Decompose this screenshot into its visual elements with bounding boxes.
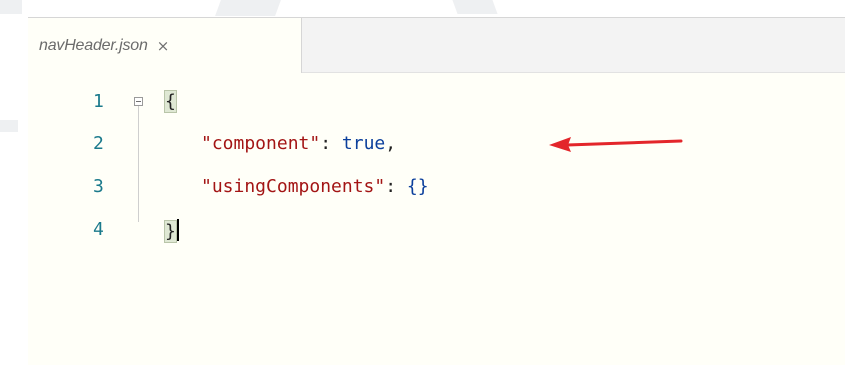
line-number: 3 bbox=[93, 176, 104, 197]
code-line[interactable]: 1 { bbox=[28, 88, 845, 118]
code-text: "component": true, bbox=[165, 133, 396, 154]
line-number: 4 bbox=[93, 219, 104, 240]
matched-close-brace: } bbox=[164, 220, 177, 243]
code-text: "usingComponents": {} bbox=[165, 176, 429, 197]
json-value: {} bbox=[406, 176, 429, 197]
json-comma: , bbox=[385, 133, 397, 154]
code-line[interactable]: 2 "component": true, bbox=[28, 130, 845, 160]
watermark-shape bbox=[0, 120, 18, 132]
code-line[interactable]: 4 } bbox=[28, 216, 845, 246]
code-text: { bbox=[164, 90, 177, 113]
json-colon: : bbox=[320, 133, 342, 154]
json-key: "component" bbox=[201, 133, 321, 154]
code-line[interactable]: 3 "usingComponents": {} bbox=[28, 173, 845, 203]
watermark-shape bbox=[215, 0, 281, 16]
matched-open-brace: { bbox=[164, 90, 177, 113]
line-number: 1 bbox=[93, 91, 104, 112]
fold-collapse-icon[interactable] bbox=[134, 97, 143, 106]
tab-navheader-json[interactable]: navHeader.json × bbox=[28, 18, 302, 73]
watermark-shape bbox=[0, 0, 22, 14]
tab-bar: navHeader.json × bbox=[28, 18, 845, 73]
code-text: } bbox=[164, 219, 179, 243]
json-value: true bbox=[341, 133, 386, 154]
json-colon: : bbox=[385, 176, 407, 197]
line-number: 2 bbox=[93, 133, 104, 154]
tab-title: navHeader.json bbox=[39, 36, 148, 54]
watermark-shape bbox=[452, 0, 498, 14]
close-icon[interactable]: × bbox=[157, 37, 170, 55]
code-editor[interactable]: 1 { 2 "component": true, 3 "usingCompone… bbox=[28, 74, 845, 365]
json-key: "usingComponents" bbox=[201, 176, 386, 197]
editor-window: navHeader.json × 1 { 2 "component": true… bbox=[28, 17, 845, 365]
indent-guide bbox=[138, 100, 139, 222]
red-arrow-icon bbox=[549, 137, 683, 152]
text-cursor bbox=[176, 219, 179, 241]
